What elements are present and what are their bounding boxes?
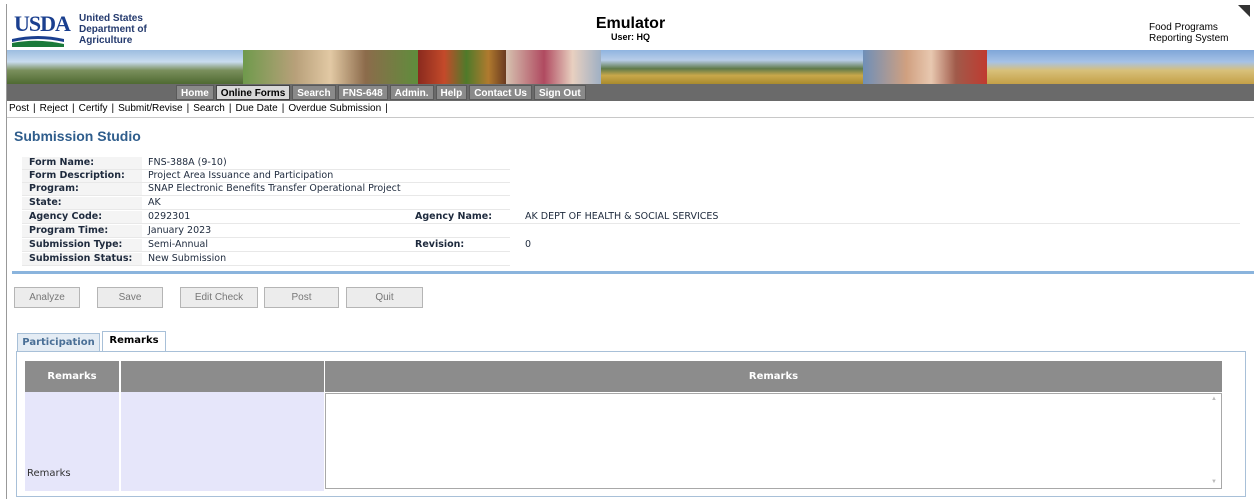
- info-row-state: State: AK: [22, 197, 510, 210]
- program-label: Program:: [29, 183, 79, 194]
- subnav-separator: |: [281, 103, 285, 114]
- main-nav-items: Home Online Forms Search FNS-648 Admin. …: [176, 85, 586, 100]
- scroll-up-icon[interactable]: ▲: [1211, 396, 1251, 402]
- nav-help[interactable]: Help: [435, 85, 468, 100]
- revision-value: 0: [525, 239, 532, 250]
- nav-fns-648[interactable]: FNS-648: [337, 85, 388, 100]
- scroll-down-icon[interactable]: ▼: [1211, 479, 1251, 485]
- sub-nav-links: Post | Reject | Certify | Submit/Revise | Search…: [9, 101, 392, 116]
- submission-type-value: Semi-Annual: [148, 239, 209, 250]
- info-row-submission-type: Submission Type: Semi-Annual Revision: 0: [22, 239, 531, 252]
- banner-photo-landscape: [7, 50, 243, 84]
- agency-name-label: Agency Name:: [415, 211, 492, 222]
- program-value: SNAP Electronic Benefits Transfer Operat…: [148, 183, 401, 194]
- grid-row-empty-cell: [121, 392, 324, 491]
- grid-row-label-cell: Remarks: [25, 392, 119, 491]
- subnav-separator: |: [33, 103, 36, 114]
- submission-status-value: New Submission: [148, 253, 227, 264]
- subnav-separator: |: [111, 103, 115, 114]
- agency-code-label: Agency Code:: [29, 211, 103, 222]
- app-title: Emulator: [595, 15, 666, 32]
- page-title: Submission Studio: [14, 128, 141, 144]
- nav-contact-us[interactable]: Contact Us: [469, 85, 532, 100]
- grid-header-empty: [121, 361, 324, 392]
- banner-photo-children: [863, 50, 987, 84]
- system-name: Food Programs Reporting System: [1149, 22, 1228, 44]
- remarks-textarea[interactable]: [325, 393, 1222, 489]
- banner-photo-family: [243, 50, 418, 84]
- main-nav: Home Online Forms Search FNS-648 Admin. …: [7, 84, 1254, 101]
- corner-fold-icon: [1238, 5, 1250, 17]
- state-value: AK: [148, 197, 161, 208]
- submission-type-label: Submission Type:: [29, 239, 123, 250]
- grid-row-label: Remarks: [27, 468, 71, 479]
- form-name-value: FNS-388A (9-10): [148, 157, 227, 168]
- sub-nav: Post | Reject | Certify | Submit/Revise | Search…: [7, 101, 1254, 118]
- info-row-submission-status: Submission Status: New Submission: [22, 253, 510, 266]
- nav-online-forms[interactable]: Online Forms: [215, 85, 291, 100]
- program-time-label: Program Time:: [29, 225, 109, 236]
- form-description-label: Form Description:: [29, 170, 125, 181]
- nav-sign-out[interactable]: Sign Out: [533, 85, 586, 100]
- form-description-value: Project Area Issuance and Participation: [148, 170, 334, 181]
- info-row-form-name: Form Name: FNS-388A (9-10): [22, 157, 510, 170]
- info-row-program-time: Program Time: January 2023: [22, 225, 510, 238]
- revision-label: Revision:: [415, 239, 465, 250]
- save-button[interactable]: Save: [97, 287, 163, 308]
- subnav-overdue-submission[interactable]: Overdue Submission: [288, 103, 381, 114]
- form-name-label: Form Name:: [29, 157, 95, 168]
- banner-photo-fields: [601, 50, 863, 84]
- subnav-separator: |: [228, 103, 232, 114]
- banner-photo-shopper: [506, 50, 601, 84]
- nav-home[interactable]: Home: [176, 85, 214, 100]
- nav-search[interactable]: Search: [292, 85, 336, 100]
- subnav-search[interactable]: Search: [193, 103, 225, 114]
- current-user: User: HQ: [610, 32, 650, 42]
- info-row-agency: Agency Code: 0292301 Agency Name: AK DEP…: [22, 211, 1240, 224]
- subnav-separator: |: [186, 103, 190, 114]
- tab-remarks[interactable]: Remarks: [102, 331, 166, 352]
- edit-check-button[interactable]: Edit Check: [180, 287, 258, 308]
- system-line-2: Reporting System: [1149, 33, 1229, 44]
- subnav-post[interactable]: Post: [9, 103, 29, 114]
- banner-photo-produce: [418, 50, 506, 84]
- agency-name-value: AK DEPT OF HEALTH & SOCIAL SERVICES: [525, 211, 719, 222]
- grid-header-remarks-label: Remarks: [25, 361, 119, 392]
- subnav-due-date[interactable]: Due Date: [235, 103, 277, 114]
- photo-banner: [7, 50, 1254, 84]
- subnav-reject[interactable]: Reject: [40, 103, 68, 114]
- system-line-1: Food Programs: [1149, 22, 1218, 33]
- analyze-button[interactable]: Analyze: [14, 287, 80, 308]
- tab-participation[interactable]: Participation: [17, 333, 100, 351]
- site-header: USDA United States Department of Agricul…: [7, 5, 1254, 51]
- program-time-value: January 2023: [148, 225, 212, 236]
- info-row-program: Program: SNAP Electronic Benefits Transf…: [22, 183, 510, 196]
- grid-header-remarks: Remarks: [325, 361, 1222, 392]
- subnav-certify[interactable]: Certify: [79, 103, 108, 114]
- subnav-submit-revise[interactable]: Submit/Revise: [118, 103, 182, 114]
- post-button[interactable]: Post: [264, 287, 339, 308]
- submission-status-label: Submission Status:: [29, 253, 133, 264]
- agency-code-value: 0292301: [148, 211, 191, 222]
- state-label: State:: [29, 197, 62, 208]
- info-row-form-description: Form Description: Project Area Issuance …: [22, 170, 510, 183]
- banner-photo-wheat: [987, 50, 1254, 84]
- subnav-separator: |: [385, 103, 388, 114]
- nav-admin[interactable]: Admin.: [389, 85, 434, 100]
- subnav-separator: |: [71, 103, 75, 114]
- quit-button[interactable]: Quit: [346, 287, 423, 308]
- section-divider: [12, 271, 1254, 274]
